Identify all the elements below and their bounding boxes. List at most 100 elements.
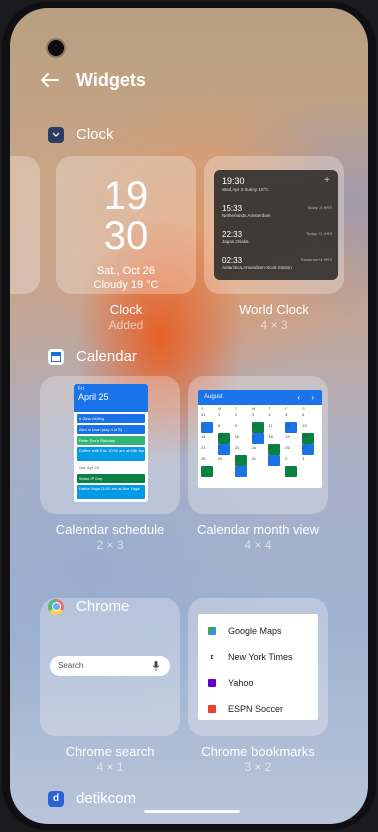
widget-size: 4 × 1 (96, 760, 124, 774)
day-cell: 5 (285, 412, 302, 433)
section-detikcom: d detikcom (48, 790, 136, 807)
day-cell: 14 (201, 434, 218, 445)
widget-card-chrome-bookmarks[interactable]: Google Maps 𝔯 New York Times Yahoo ESPN … (188, 598, 328, 736)
day-number: 3 (251, 412, 254, 417)
day-number: 6 (302, 412, 305, 417)
back-arrow-icon[interactable] (38, 68, 62, 92)
widget-size: 2 × 3 (96, 538, 124, 552)
day-number: 5 (285, 412, 288, 417)
day-cell: 2 (235, 412, 252, 423)
row-city: Antarctica,Amundsen-Scott Station (222, 265, 292, 270)
widget-name: Chrome search (65, 744, 155, 759)
day-number: 4 (268, 412, 271, 417)
home-indicator[interactable] (144, 810, 240, 813)
day-cell: 2 (285, 456, 302, 477)
phone-frame: Widgets Clock 19 30 Sat., Oct 26 Cloudy … (2, 2, 376, 830)
day-number: 2 (234, 412, 237, 417)
day-cell: 25 (268, 445, 285, 466)
day-number: 8 (217, 423, 221, 428)
day-number: 15 (217, 434, 223, 439)
day-number: 1 (217, 412, 221, 417)
day-number: 12 (285, 423, 290, 428)
bookmark-label: Google Maps (228, 626, 282, 636)
day-number: 29 (217, 456, 223, 461)
front-camera (48, 40, 64, 56)
event-date-divider: Sat, Apr 26 (77, 463, 145, 472)
day-number: 20 (302, 434, 307, 439)
day-cell: 4 (268, 412, 285, 423)
section-label: detikcom (76, 790, 137, 807)
widget-card-world-clock[interactable]: 19:30 Wed,Apr 3 Sunny 19°C + 15:33 Nethe… (204, 156, 344, 294)
section-label: Clock (76, 126, 114, 143)
month-header: August ‹ › (198, 390, 322, 405)
bookmark-item: Yahoo (198, 670, 318, 696)
clock-app-icon (48, 126, 64, 143)
widget-name: Chrome bookmarks (201, 744, 315, 759)
day-cell: 11 (268, 423, 285, 434)
day-number: 28 (201, 456, 206, 461)
day-cell: 3 (251, 412, 269, 433)
chevron-right-icon: › (311, 393, 314, 402)
day-cell: 20 (302, 434, 319, 455)
event-item: Coffee with Eric 10:00 am at Milk Bar (77, 447, 145, 461)
search-bar-preview: Search (50, 656, 170, 676)
widget-size: 4 × 3 (260, 318, 288, 332)
day-cell: 12 (285, 423, 302, 434)
bookmark-item: Google Maps (198, 618, 318, 644)
widget-card-calendar-schedule[interactable]: Fri April 25 # Gina visiting Alex in tow… (40, 376, 180, 514)
widget-card-calendar-month[interactable]: August ‹ › S M T W T F S 31 1 2 3 4 5 6 7 8 9 10 11 12 13 14 1… (188, 376, 328, 514)
calendar-app-icon (48, 348, 64, 365)
day-number: 17 (251, 434, 257, 439)
widget-card-chrome-search[interactable]: Search (40, 598, 180, 736)
day-number: 31 (201, 412, 206, 417)
detikcom-app-icon: d (48, 790, 64, 807)
bookmark-label: Yahoo (228, 678, 254, 688)
day-cell: 30 (234, 456, 252, 477)
day-number: 7 (201, 423, 204, 428)
espn-icon (208, 705, 216, 713)
world-clock-time: 19:30 (222, 176, 245, 186)
header: Widgets (38, 68, 146, 92)
day-number: 13 (302, 423, 307, 428)
widget-size: 3 × 2 (244, 760, 272, 774)
row-city: Japan,Osaka (222, 239, 249, 244)
day-cell: 6 (302, 412, 319, 423)
maps-icon (208, 627, 216, 635)
day-number: 25 (268, 445, 273, 450)
clock-date: Sat., Oct 26 (96, 265, 156, 277)
widget-card-clock[interactable]: 19 30 Sat., Oct 26 Cloudy 19 °C (56, 156, 196, 294)
widget-name: Calendar schedule (55, 522, 165, 537)
day-number: 1 (268, 456, 271, 461)
day-cell: 7 (201, 423, 218, 434)
widget-partial-card[interactable] (10, 156, 40, 294)
day-number: 23 (234, 445, 240, 450)
day-number: 11 (268, 423, 273, 428)
day-number: 24 (251, 445, 257, 450)
bookmarks-preview: Google Maps 𝔯 New York Times Yahoo ESPN … (198, 614, 318, 720)
day-cell: 1 (268, 456, 285, 467)
day-number: 21 (201, 445, 206, 450)
day-number: 22 (217, 445, 223, 450)
day-cell: 29 (218, 456, 235, 467)
day-number: 26 (285, 445, 290, 450)
day-cell: 16 (235, 434, 252, 445)
day-number: 3 (302, 456, 305, 461)
day-cell: 3 (302, 456, 319, 467)
day-cell: 27 (302, 445, 319, 456)
day-cell: 10 (251, 423, 269, 444)
section-label: Calendar (76, 348, 137, 365)
day-cell: 9 (235, 423, 252, 434)
event-bar (201, 466, 213, 477)
bookmark-item: 𝔯 New York Times (198, 644, 318, 670)
event-bar (234, 466, 247, 477)
widget-name: Clock (109, 302, 143, 317)
clock-weather: Cloudy 19 °C (93, 279, 159, 291)
schedule-preview: Fri April 25 # Gina visiting Alex in tow… (74, 384, 148, 502)
day-number: 10 (251, 423, 257, 428)
day-number: 2 (285, 456, 288, 461)
day-cell: 31 (252, 456, 269, 467)
event-item: Hatha Yoga 11:00 am at Ace Yoga (77, 485, 145, 499)
widget-status: Added (108, 318, 144, 332)
add-icon: + (324, 175, 330, 186)
row-city: Netherlands,Amsterdam (222, 213, 271, 218)
